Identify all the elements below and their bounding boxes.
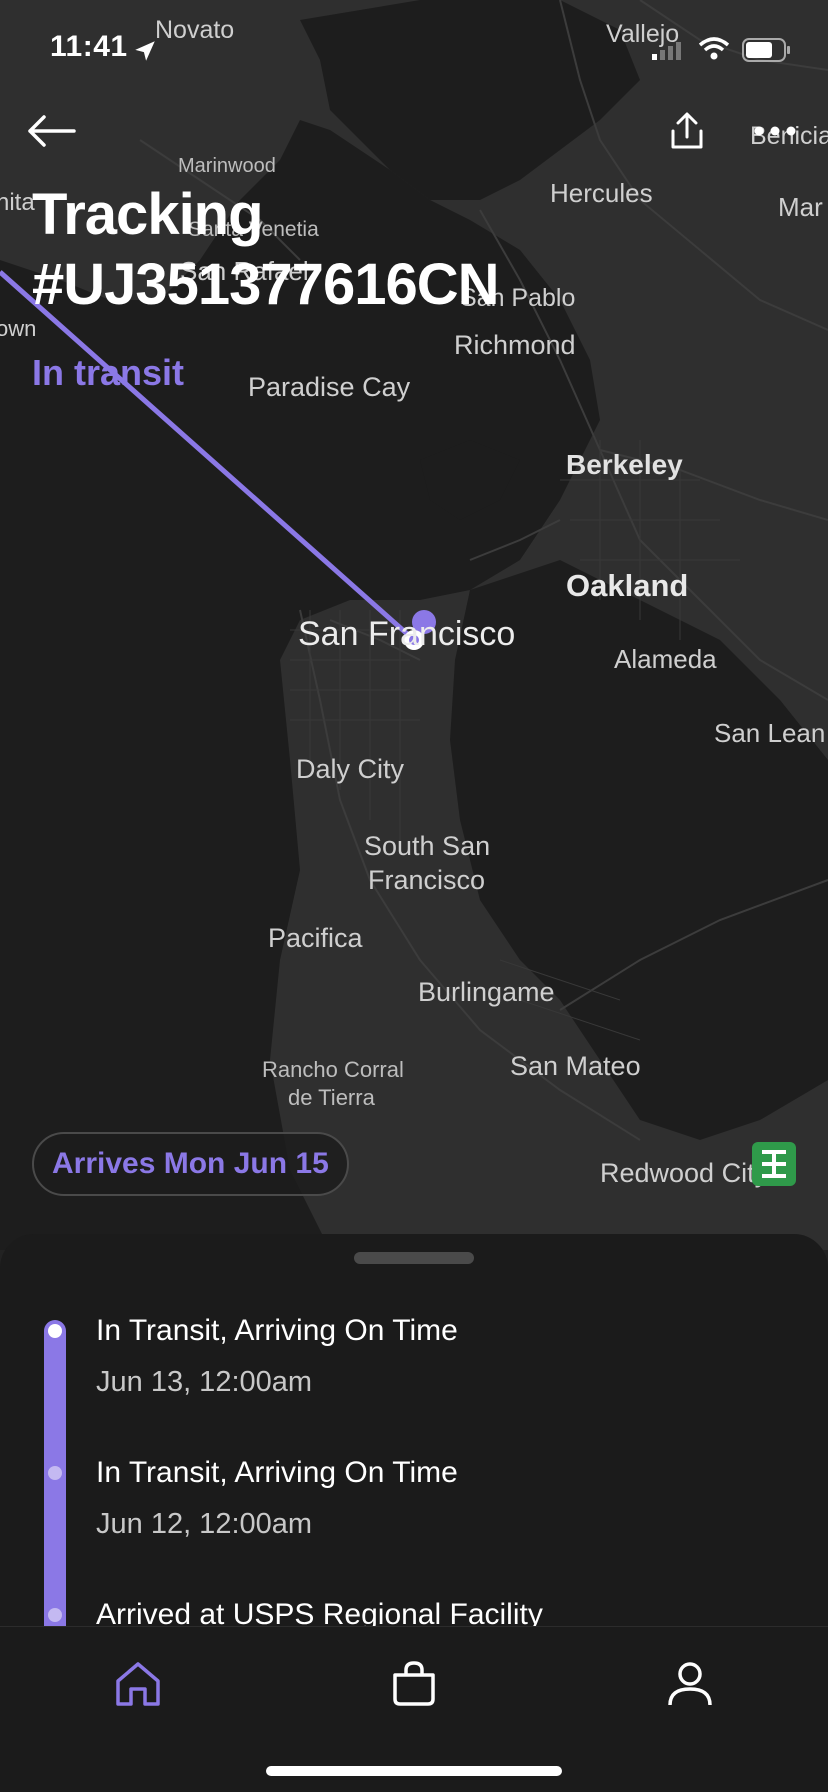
map-label-berkeley: Berkeley xyxy=(566,449,683,480)
map-label-san-leandro: San Lean xyxy=(714,718,825,748)
bag-icon xyxy=(393,1661,435,1706)
share-icon xyxy=(671,112,703,149)
map-label-rancho-2: de Tierra xyxy=(288,1085,376,1110)
wifi-icon xyxy=(698,37,730,60)
arrival-badge: Arrives Mon Jun 15 xyxy=(32,1132,349,1196)
home-icon xyxy=(116,1662,160,1706)
map-label-san-mateo: San Mateo xyxy=(510,1051,641,1081)
map-label-alameda: Alameda xyxy=(614,644,717,674)
map-label-daly-city: Daly City xyxy=(296,754,405,784)
back-button[interactable] xyxy=(16,96,86,166)
event-title: In Transit, Arriving On Time xyxy=(96,1314,458,1347)
timeline-dot xyxy=(48,1608,62,1622)
map-label-oakland: Oakland xyxy=(566,568,688,603)
map-label-left-edge-2: own xyxy=(0,316,36,341)
map-label-south-sf-2: Francisco xyxy=(368,865,485,895)
tab-home[interactable] xyxy=(103,1649,173,1719)
tab-shop[interactable] xyxy=(379,1649,449,1719)
tab-profile[interactable] xyxy=(655,1649,725,1719)
arrival-text: Arrives Mon Jun 15 xyxy=(52,1147,329,1180)
share-button[interactable] xyxy=(652,96,722,166)
back-arrow-icon xyxy=(28,115,76,147)
event-title: Arrived at USPS Regional Facility xyxy=(96,1598,543,1626)
map-label-martinez: Mar xyxy=(778,192,823,222)
timeline-dot xyxy=(48,1466,62,1480)
more-options-button[interactable] xyxy=(740,96,810,166)
shipment-status: In transit xyxy=(32,352,185,393)
title-line-1: Tracking xyxy=(32,182,264,247)
timeline-dot-current xyxy=(48,1324,62,1338)
map-label-paradise-cay: Paradise Cay xyxy=(248,372,411,402)
china-post-icon xyxy=(752,1142,796,1186)
event-date: Jun 12, 12:00am xyxy=(96,1508,313,1540)
status-bar: 11:41 xyxy=(0,0,828,100)
event-date: Jun 13, 12:00am xyxy=(96,1366,313,1398)
status-time: 11:41 xyxy=(50,30,128,63)
map-label-richmond: Richmond xyxy=(454,330,576,360)
map-label-burlingame: Burlingame xyxy=(418,977,555,1007)
tracking-screen: Novato Vallejo Benicia Marinwood Hercule… xyxy=(0,0,828,1792)
tracking-events-sheet[interactable]: In Transit, Arriving On Time Jun 13, 12:… xyxy=(0,1234,828,1626)
map-label-san-francisco: San Francisco xyxy=(298,615,515,653)
event-title: In Transit, Arriving On Time xyxy=(96,1456,458,1489)
home-indicator xyxy=(266,1766,562,1776)
map-label-redwood-city: Redwood City xyxy=(600,1158,769,1188)
page-title: Tracking #UJ351377616CN xyxy=(32,180,499,320)
cellular-signal-icon xyxy=(652,42,681,60)
tracking-number: #UJ351377616CN xyxy=(32,252,499,317)
map-label-hercules: Hercules xyxy=(550,178,653,208)
profile-icon xyxy=(668,1662,712,1706)
more-dots-icon xyxy=(754,126,796,136)
map-label-rancho-1: Rancho Corral xyxy=(262,1057,404,1082)
sheet-drag-handle[interactable] xyxy=(354,1252,474,1264)
location-arrow-icon xyxy=(135,41,155,61)
battery-icon xyxy=(742,38,790,62)
map-label-marinwood: Marinwood xyxy=(178,155,276,177)
map-label-pacifica: Pacifica xyxy=(268,923,364,953)
map-label-south-sf-1: South San xyxy=(364,831,490,861)
map-label-left-edge-1: nita xyxy=(0,189,35,216)
